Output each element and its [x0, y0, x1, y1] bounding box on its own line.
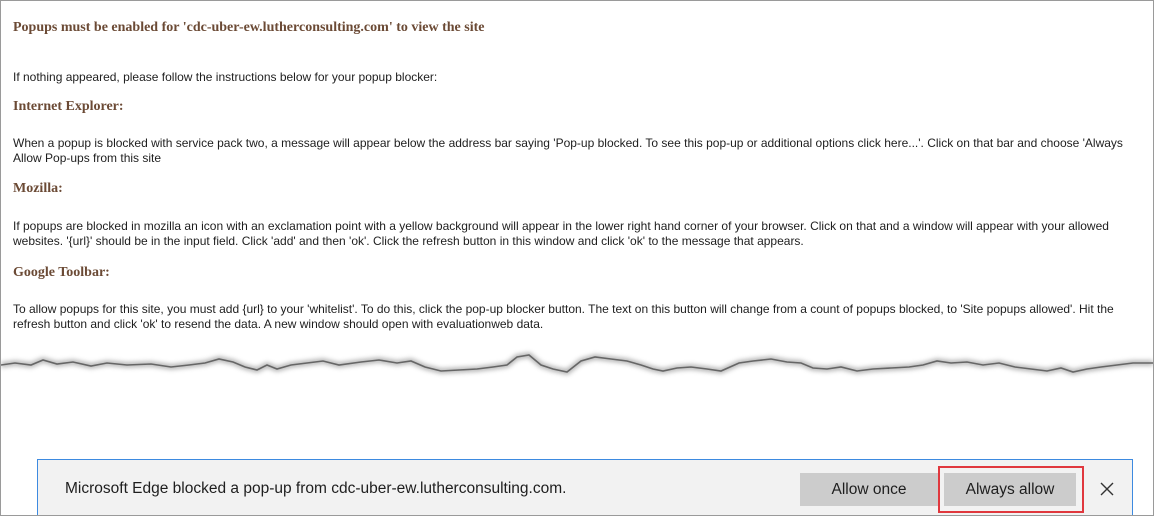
notification-message: Microsoft Edge blocked a pop-up from cdc… — [65, 480, 567, 497]
section-heading-internet-explorer: Internet Explorer: — [13, 99, 124, 114]
section-text-mozilla: If popups are blocked in mozilla an icon… — [13, 219, 1109, 248]
section-heading-mozilla: Mozilla: — [13, 181, 63, 196]
intro-text: If nothing appeared, please follow the i… — [13, 70, 438, 84]
edge-popup-blocked-notification: Microsoft Edge blocked a pop-up from cdc… — [37, 459, 1133, 515]
browser-viewport: Popups must be enabled for 'cdc-uber-ew.… — [0, 0, 1154, 516]
page-title: Popups must be enabled for 'cdc-uber-ew.… — [13, 20, 485, 35]
close-icon[interactable] — [1096, 478, 1118, 500]
allow-once-button[interactable]: Allow once — [800, 473, 938, 506]
section-text-internet-explorer: When a popup is blocked with service pac… — [13, 136, 1123, 165]
section-text-google-toolbar: To allow popups for this site, you must … — [13, 302, 1114, 331]
always-allow-button[interactable]: Always allow — [944, 473, 1076, 506]
torn-edge-divider — [1, 352, 1153, 375]
section-heading-google-toolbar: Google Toolbar: — [13, 265, 110, 280]
